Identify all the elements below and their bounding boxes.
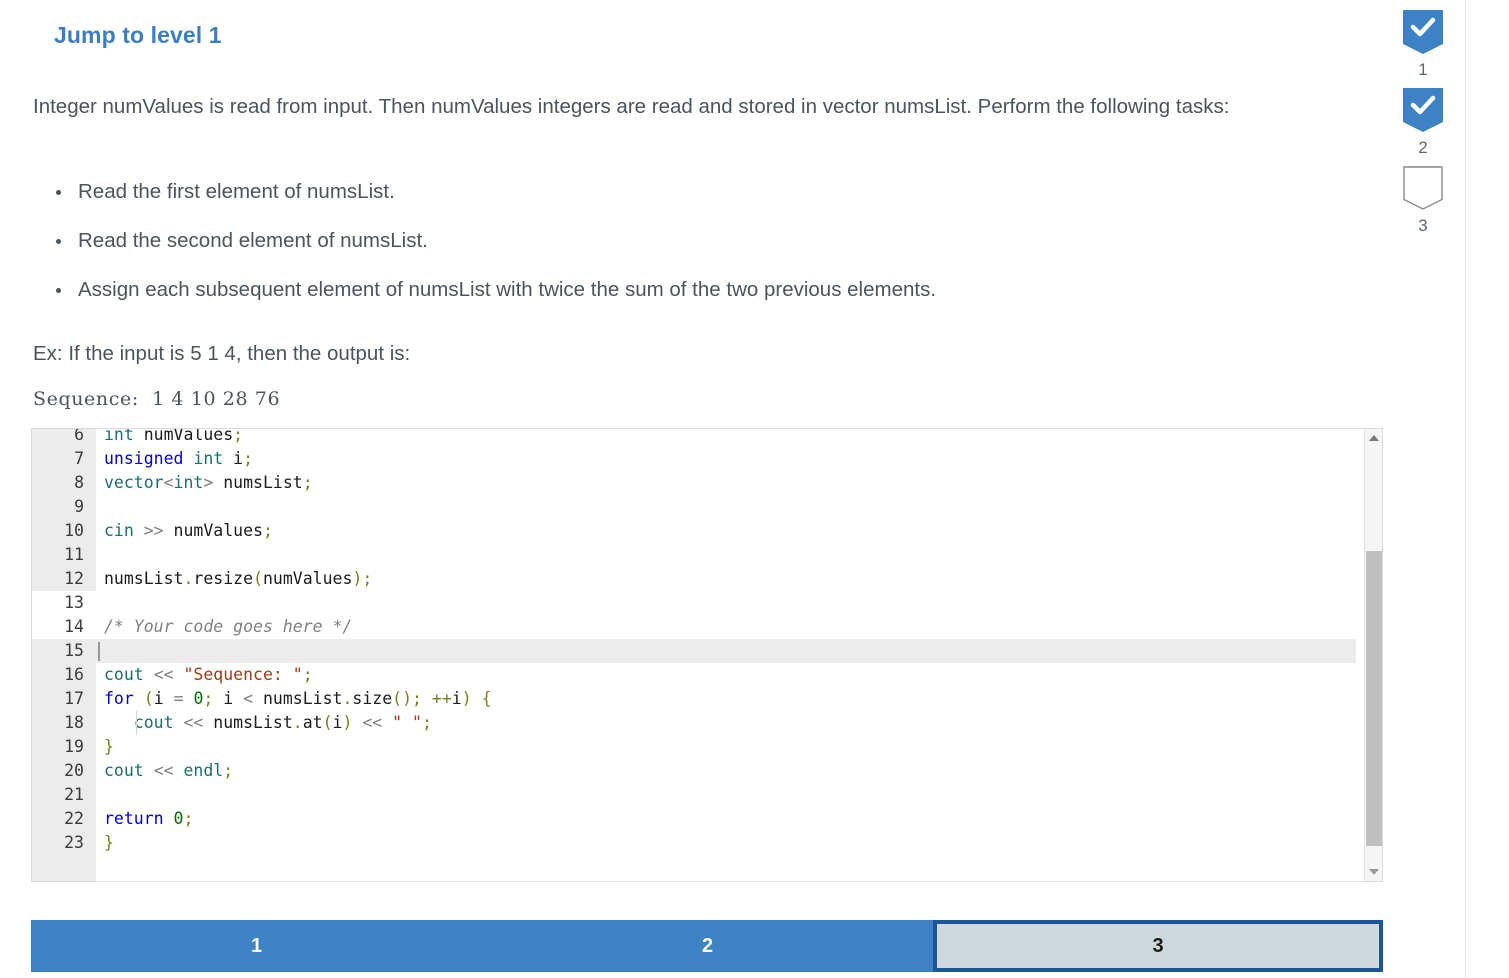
page-root: 480928.2881122.qx3zqy7 Jump to level 1 I…	[0, 0, 1509, 978]
code-line[interactable]: 16 cout << "Sequence: ";	[32, 663, 1383, 687]
code-line[interactable]: 15	[32, 639, 1356, 663]
code-line[interactable]: 17 for (i = 0; i < numsList.size(); ++i) …	[32, 687, 1383, 711]
code-text: cin >> numValues;	[104, 519, 273, 543]
code-line[interactable]: 8 vector<int> numsList;	[32, 471, 1383, 495]
line-number: 15	[32, 639, 96, 663]
code-line[interactable]: 10 cin >> numValues;	[32, 519, 1383, 543]
line-number: 6	[32, 428, 96, 447]
rail-step-label: 3	[1403, 216, 1443, 236]
problem-description: Integer numValues is read from input. Th…	[33, 89, 1353, 124]
text-caret	[98, 642, 100, 661]
task-list: Read the first element of numsList. Read…	[33, 178, 1333, 325]
code-line[interactable]: 19}	[32, 735, 1383, 759]
code-lines[interactable]: 6 int numValues; 7 unsigned int i; 8 vector<i…	[32, 428, 1383, 855]
line-number: 19	[32, 735, 96, 759]
code-line[interactable]: 12 numsList.resize(numValues);	[32, 567, 1383, 591]
line-number: 14	[32, 615, 96, 639]
list-item: Read the second element of numsList.	[78, 227, 1333, 255]
code-line[interactable]: 23}	[32, 831, 1383, 855]
code-text: return 0;	[104, 807, 193, 831]
code-line[interactable]: 7 unsigned int i;	[32, 447, 1383, 471]
line-number: 11	[32, 543, 96, 567]
rail-step-1[interactable]: 1	[1403, 10, 1443, 80]
rail-step-2[interactable]: 2	[1403, 88, 1443, 158]
line-number: 21	[32, 783, 96, 807]
editor-scrollbar[interactable]	[1364, 429, 1382, 881]
line-number: 8	[32, 471, 96, 495]
example-output: Sequence: 1 4 10 28 76	[33, 388, 280, 410]
check-icon	[1403, 88, 1443, 132]
code-text: int numValues;	[104, 428, 243, 447]
page-title: Jump to level 1	[54, 22, 222, 49]
level-progress-bar[interactable]: 1 2 3	[31, 920, 1383, 972]
code-text: /* Your code goes here */	[104, 615, 352, 639]
code-line[interactable]: 13	[32, 591, 1383, 615]
main-content: Jump to level 1 Integer numValues is rea…	[0, 0, 1392, 978]
line-number: 7	[32, 447, 96, 471]
code-editor[interactable]: 6 int numValues; 7 unsigned int i; 8 vector<i…	[31, 428, 1383, 882]
level-button-1[interactable]: 1	[31, 920, 482, 972]
list-item: Read the first element of numsList.	[78, 178, 1333, 206]
line-number: 22	[32, 807, 96, 831]
code-text: cout << endl;	[104, 759, 233, 783]
check-icon	[1403, 10, 1443, 54]
code-text: cout << numsList.at(i) << " ";	[104, 711, 432, 735]
code-line[interactable]: 6 int numValues;	[32, 428, 1383, 447]
line-number: 20	[32, 759, 96, 783]
code-line[interactable]: 21	[32, 783, 1383, 807]
code-line[interactable]: 14 /* Your code goes here */	[32, 615, 1383, 639]
code-line[interactable]: 11	[32, 543, 1383, 567]
rail-step-label: 2	[1403, 138, 1443, 158]
empty-badge-icon	[1403, 166, 1443, 210]
example-label: Ex: If the input is 5 1 4, then the outp…	[33, 336, 1353, 371]
level-button-3[interactable]: 3	[933, 920, 1383, 972]
scrollbar-thumb[interactable]	[1366, 551, 1382, 846]
progress-rail: 1 2 3	[1392, 0, 1509, 978]
code-text: cout << "Sequence: ";	[104, 663, 313, 687]
line-number: 12	[32, 567, 96, 591]
code-text: vector<int> numsList;	[104, 471, 313, 495]
code-text: for (i = 0; i < numsList.size(); ++i) {	[104, 687, 492, 711]
level-button-2[interactable]: 2	[482, 920, 933, 972]
code-text: numsList.resize(numValues);	[104, 567, 372, 591]
rail-divider	[1465, 0, 1466, 978]
list-item: Assign each subsequent element of numsLi…	[78, 276, 1333, 304]
code-line[interactable]: 9	[32, 495, 1383, 519]
triangle-down-icon[interactable]	[1365, 863, 1383, 881]
line-number: 13	[32, 591, 96, 615]
rail-step-3[interactable]: 3	[1403, 166, 1443, 236]
indent-guide	[136, 711, 137, 735]
rail-step-label: 1	[1403, 60, 1443, 80]
code-line[interactable]: 22 return 0;	[32, 807, 1383, 831]
line-number: 23	[32, 831, 96, 855]
line-number: 18	[32, 711, 96, 735]
triangle-up-icon[interactable]	[1365, 429, 1383, 447]
line-number: 17	[32, 687, 96, 711]
code-line[interactable]: 20 cout << endl;	[32, 759, 1383, 783]
line-number: 9	[32, 495, 96, 519]
code-text: }	[104, 831, 114, 855]
line-number: 16	[32, 663, 96, 687]
code-text: unsigned int i;	[104, 447, 253, 471]
line-number: 10	[32, 519, 96, 543]
code-text: }	[104, 735, 114, 759]
code-line[interactable]: 18 cout << numsList.at(i) << " ";	[32, 711, 1383, 735]
